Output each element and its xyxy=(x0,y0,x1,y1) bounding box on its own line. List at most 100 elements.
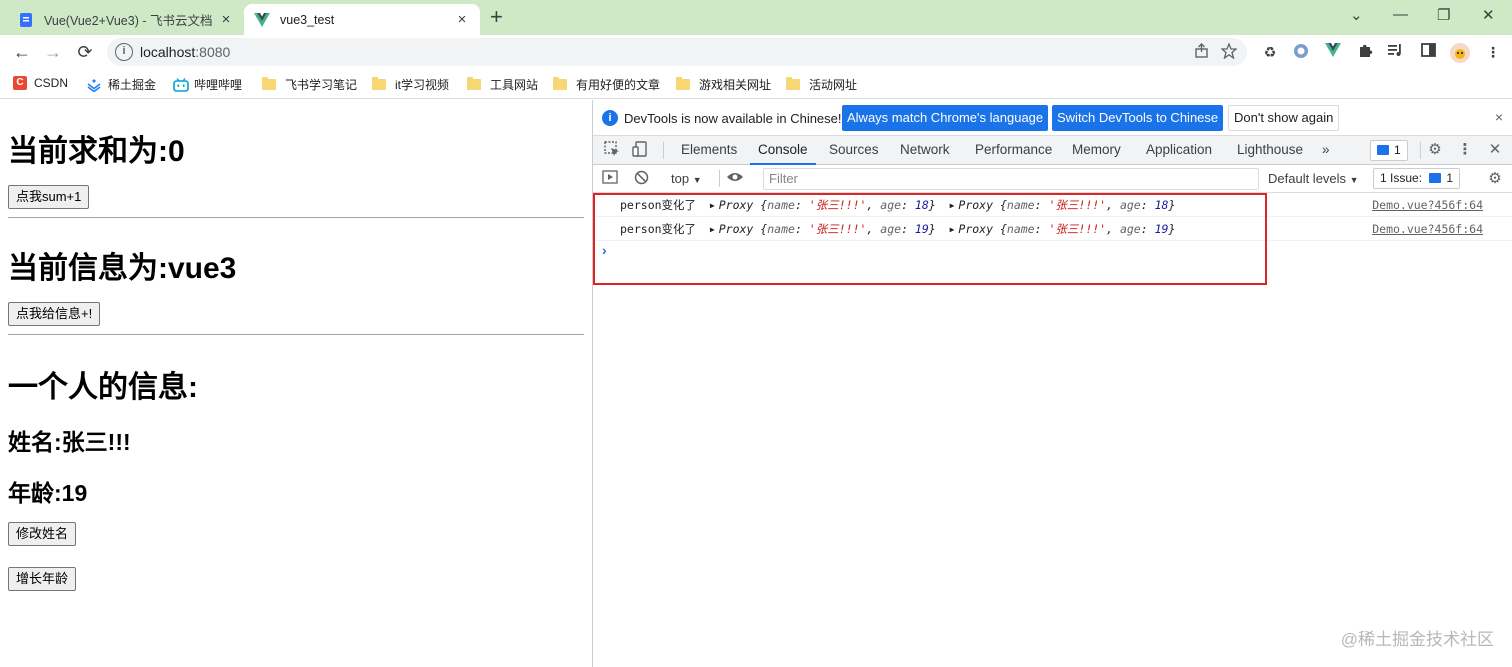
tab-lighthouse[interactable]: Lighthouse xyxy=(1237,136,1303,164)
media-icon[interactable] xyxy=(1387,43,1405,61)
issues-count: 1 xyxy=(1394,143,1401,157)
bookmark-folder-it[interactable]: it学习视频 xyxy=(372,76,449,93)
vue-icon xyxy=(254,12,270,28)
console-toolbar: top ▼ Filter Default levels ▼ 1 Issue: 1… xyxy=(593,165,1512,193)
bookmark-label: 有用好便的文章 xyxy=(576,78,661,92)
tab-title: vue3_test xyxy=(280,12,335,27)
separator xyxy=(719,170,720,187)
settings-gear-icon[interactable]: ⚙ xyxy=(1426,141,1444,159)
close-devtools-icon[interactable]: ✕ xyxy=(1486,141,1504,159)
minimize-button[interactable]: — xyxy=(1393,6,1408,23)
separator xyxy=(663,142,664,159)
language-infobar: i DevTools is now available in Chinese! … xyxy=(593,100,1512,136)
sum-increment-button[interactable]: 点我sum+1 xyxy=(8,185,90,209)
star-icon[interactable] xyxy=(1220,42,1238,63)
bookmark-bilibili[interactable]: 哔哩哔哩 xyxy=(173,76,242,93)
folder-icon xyxy=(372,77,386,90)
folder-icon xyxy=(467,77,481,90)
browser-toolbar: ← → ⟳ i localhost:8080 ♻ ⋮ xyxy=(0,35,1512,69)
tab-feishu-doc[interactable]: Vue(Vue2+Vue3) - 飞书云文档 × xyxy=(8,4,244,35)
back-button[interactable]: ← xyxy=(10,40,34,64)
tab-sources[interactable]: Sources xyxy=(829,136,879,164)
issue-icon xyxy=(1377,145,1389,155)
tab-vue3-test[interactable]: vue3_test × xyxy=(244,4,480,35)
recycle-icon[interactable]: ♻ xyxy=(1261,43,1279,61)
dont-show-again-button[interactable]: Don't show again xyxy=(1228,105,1340,131)
close-tab-icon[interactable]: × xyxy=(454,11,470,28)
bookmark-folder-articles[interactable]: 有用好便的文章 xyxy=(553,76,660,93)
sidebar-toggle-icon[interactable] xyxy=(601,170,619,188)
address-bar[interactable]: i localhost:8080 xyxy=(107,38,1247,66)
close-tab-icon[interactable]: × xyxy=(218,11,234,28)
separator xyxy=(1420,142,1421,159)
context-selector[interactable]: top ▼ xyxy=(671,171,702,186)
bookmark-folder-tools[interactable]: 工具网站 xyxy=(467,76,538,93)
tab-memory[interactable]: Memory xyxy=(1072,136,1121,164)
vue-devtools-icon[interactable] xyxy=(1324,43,1342,61)
juejin-icon xyxy=(87,78,101,92)
log-levels-dropdown[interactable]: Default levels ▼ xyxy=(1268,171,1359,186)
folder-icon xyxy=(676,77,690,90)
issues-badge[interactable]: 1 xyxy=(1370,140,1408,161)
source-link[interactable]: Demo.vue?456f:64 xyxy=(1372,217,1483,241)
levels-label: Default levels xyxy=(1268,171,1347,186)
tab-network[interactable]: Network xyxy=(900,136,950,164)
forward-button[interactable]: → xyxy=(41,40,65,64)
console-settings-gear-icon[interactable]: ⚙ xyxy=(1486,170,1504,188)
bookmark-folder-feishu[interactable]: 飞书学习笔记 xyxy=(262,76,357,93)
bookmark-label: 游戏相关网址 xyxy=(699,78,772,92)
bookmark-label: 工具网站 xyxy=(490,78,539,92)
divider xyxy=(8,334,584,335)
tab-application[interactable]: Application xyxy=(1146,136,1212,164)
bookmark-label: CSDN xyxy=(34,76,69,90)
issues-button[interactable]: 1 Issue: 1 xyxy=(1373,168,1461,189)
live-expression-eye-icon[interactable] xyxy=(726,170,744,188)
tab-search-icon[interactable]: ⌄ xyxy=(1350,6,1363,24)
menu-icon[interactable]: ⋮ xyxy=(1484,43,1502,61)
match-language-button[interactable]: Always match Chrome's language xyxy=(842,105,1049,131)
bookmark-folder-events[interactable]: 活动网址 xyxy=(786,76,857,93)
context-label: top xyxy=(671,171,690,186)
watermark: @稀土掘金技术社区 xyxy=(1340,630,1494,649)
new-tab-button[interactable]: + xyxy=(490,5,503,29)
increase-age-button[interactable]: 增长年龄 xyxy=(8,567,77,591)
divider xyxy=(8,217,584,218)
clear-console-icon[interactable] xyxy=(632,170,650,188)
close-window-button[interactable]: ✕ xyxy=(1482,6,1495,24)
dropdown-arrow-icon: ▼ xyxy=(1349,175,1359,185)
tab-console[interactable]: Console xyxy=(750,136,815,165)
csdn-icon: C xyxy=(13,76,27,90)
tab-elements[interactable]: Elements xyxy=(681,136,737,164)
source-link[interactable]: Demo.vue?456f:64 xyxy=(1372,193,1483,217)
share-icon[interactable] xyxy=(1194,43,1209,62)
person-heading: 一个人的信息: xyxy=(8,371,198,404)
console-filter-input[interactable]: Filter xyxy=(763,168,1259,190)
bookmark-folder-games[interactable]: 游戏相关网址 xyxy=(676,76,771,93)
sum-heading: 当前求和为:0 xyxy=(8,135,185,168)
close-infobar-icon[interactable]: × xyxy=(1495,109,1503,125)
issue-icon xyxy=(1429,173,1442,183)
inspect-element-icon[interactable] xyxy=(603,141,621,159)
tab-performance[interactable]: Performance xyxy=(975,136,1052,164)
puzzle-icon[interactable] xyxy=(1356,43,1374,61)
reload-button[interactable]: ⟳ xyxy=(73,40,97,64)
restore-button[interactable]: ❐ xyxy=(1437,6,1450,24)
url-text[interactable]: localhost:8080 xyxy=(140,44,230,60)
more-tabs-icon[interactable]: » xyxy=(1322,136,1330,164)
person-age: 年龄:19 xyxy=(8,480,88,506)
bookmark-label: 哔哩哔哩 xyxy=(194,78,243,92)
msg-append-button[interactable]: 点我给信息+! xyxy=(8,302,101,326)
device-toolbar-icon[interactable] xyxy=(631,141,649,159)
bookmark-juejin[interactable]: 稀土掘金 xyxy=(87,76,156,93)
avatar[interactable] xyxy=(1450,43,1470,63)
switch-chinese-button[interactable]: Switch DevTools to Chinese xyxy=(1052,105,1224,131)
site-info-icon[interactable]: i xyxy=(115,43,133,61)
msg-heading: 当前信息为:vue3 xyxy=(8,252,237,285)
bookmark-csdn[interactable]: C CSDN xyxy=(13,76,68,90)
tab-title: Vue(Vue2+Vue3) - 飞书云文档 xyxy=(44,14,213,28)
rename-button[interactable]: 修改姓名 xyxy=(8,522,77,546)
more-options-icon[interactable]: ⋮ xyxy=(1456,141,1474,159)
folder-icon xyxy=(786,77,800,90)
sidepanel-icon[interactable] xyxy=(1419,43,1437,61)
extension-icon[interactable] xyxy=(1292,43,1310,61)
